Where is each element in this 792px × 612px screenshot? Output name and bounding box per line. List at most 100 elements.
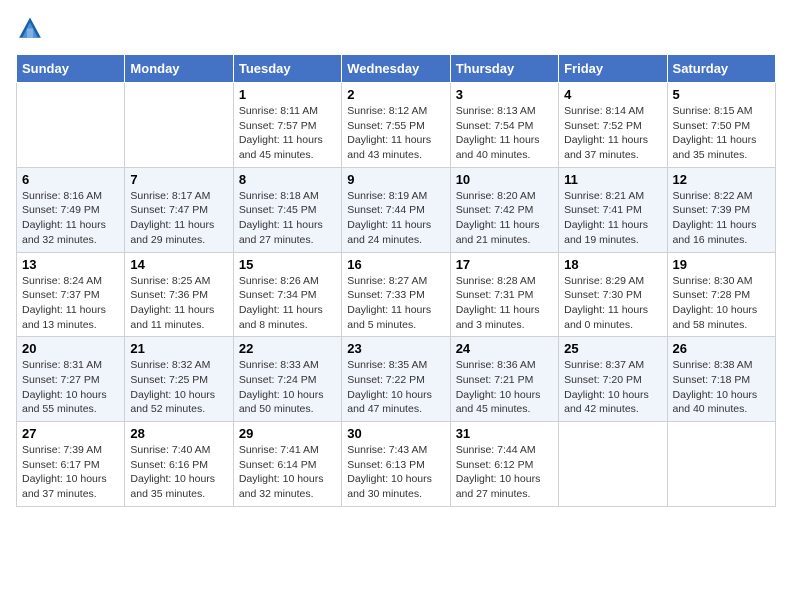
calendar-cell: 14Sunrise: 8:25 AM Sunset: 7:36 PM Dayli… — [125, 252, 233, 337]
calendar-cell: 9 Sunrise: 8:19 AM Sunset: 7:44 PM Daylig… — [342, 167, 450, 252]
day-number: 12 — [673, 172, 770, 187]
day-number: 31 — [456, 426, 553, 441]
calendar-cell: 17 Sunrise: 8:28 AM Sunset: 7:31 PM Dayli… — [450, 252, 558, 337]
day-info: Sunrise: 8:16 AM Sunset: 7:49 PM Dayligh… — [22, 189, 119, 248]
calendar-cell: 26Sunrise: 8:38 AM Sunset: 7:18 PM Dayli… — [667, 337, 775, 422]
day-info: Sunrise: 8:36 AM Sunset: 7:21 PM Dayligh… — [456, 358, 553, 417]
day-info: Sunrise: 8:15 AM Sunset: 7:50 PM Dayligh… — [673, 104, 770, 163]
day-number: 4 — [564, 87, 661, 102]
day-number: 21 — [130, 341, 227, 356]
calendar-cell: 31 Sunrise: 7:44 AM Sunset: 6:12 PM Dayli… — [450, 422, 558, 507]
calendar-cell: 29Sunrise: 7:41 AM Sunset: 6:14 PM Dayli… — [233, 422, 341, 507]
weekday-header-sunday: Sunday — [17, 55, 125, 83]
day-number: 5 — [673, 87, 770, 102]
day-number: 3 — [456, 87, 553, 102]
weekday-header-monday: Monday — [125, 55, 233, 83]
day-info: Sunrise: 8:11 AM Sunset: 7:57 PM Dayligh… — [239, 104, 336, 163]
calendar-cell: 30 Sunrise: 7:43 AM Sunset: 6:13 PM Dayli… — [342, 422, 450, 507]
calendar-cell: 18 Sunrise: 8:29 AM Sunset: 7:30 PM Dayli… — [559, 252, 667, 337]
day-info: Sunrise: 8:21 AM Sunset: 7:41 PM Dayligh… — [564, 189, 661, 248]
calendar-cell: 22Sunrise: 8:33 AM Sunset: 7:24 PM Dayli… — [233, 337, 341, 422]
day-info: Sunrise: 8:30 AM Sunset: 7:28 PM Dayligh… — [673, 274, 770, 333]
weekday-header-thursday: Thursday — [450, 55, 558, 83]
weekday-header-saturday: Saturday — [667, 55, 775, 83]
day-number: 9 — [347, 172, 444, 187]
day-info: Sunrise: 8:13 AM Sunset: 7:54 PM Dayligh… — [456, 104, 553, 163]
day-number: 14 — [130, 257, 227, 272]
day-number: 15 — [239, 257, 336, 272]
calendar-cell — [17, 83, 125, 168]
day-info: Sunrise: 8:17 AM Sunset: 7:47 PM Dayligh… — [130, 189, 227, 248]
day-info: Sunrise: 8:38 AM Sunset: 7:18 PM Dayligh… — [673, 358, 770, 417]
calendar-cell: 10 Sunrise: 8:20 AM Sunset: 7:42 PM Dayli… — [450, 167, 558, 252]
calendar-cell: 3 Sunrise: 8:13 AM Sunset: 7:54 PM Daylig… — [450, 83, 558, 168]
calendar-cell: 8Sunrise: 8:18 AM Sunset: 7:45 PM Daylig… — [233, 167, 341, 252]
calendar-cell: 4 Sunrise: 8:14 AM Sunset: 7:52 PM Daylig… — [559, 83, 667, 168]
calendar-week-4: 20 Sunrise: 8:31 AM Sunset: 7:27 PM Dayli… — [17, 337, 776, 422]
day-info: Sunrise: 8:27 AM Sunset: 7:33 PM Dayligh… — [347, 274, 444, 333]
logo-icon — [16, 16, 44, 44]
calendar-week-2: 6 Sunrise: 8:16 AM Sunset: 7:49 PM Daylig… — [17, 167, 776, 252]
day-info: Sunrise: 8:24 AM Sunset: 7:37 PM Dayligh… — [22, 274, 119, 333]
day-number: 17 — [456, 257, 553, 272]
day-number: 6 — [22, 172, 119, 187]
weekday-header-friday: Friday — [559, 55, 667, 83]
page-header — [16, 16, 776, 44]
day-info: Sunrise: 8:18 AM Sunset: 7:45 PM Dayligh… — [239, 189, 336, 248]
calendar-cell: 15Sunrise: 8:26 AM Sunset: 7:34 PM Dayli… — [233, 252, 341, 337]
calendar-cell — [125, 83, 233, 168]
day-number: 23 — [347, 341, 444, 356]
day-info: Sunrise: 8:31 AM Sunset: 7:27 PM Dayligh… — [22, 358, 119, 417]
day-info: Sunrise: 7:43 AM Sunset: 6:13 PM Dayligh… — [347, 443, 444, 502]
day-info: Sunrise: 8:20 AM Sunset: 7:42 PM Dayligh… — [456, 189, 553, 248]
day-info: Sunrise: 7:40 AM Sunset: 6:16 PM Dayligh… — [130, 443, 227, 502]
weekday-header-row: SundayMondayTuesdayWednesdayThursdayFrid… — [17, 55, 776, 83]
day-info: Sunrise: 8:37 AM Sunset: 7:20 PM Dayligh… — [564, 358, 661, 417]
day-info: Sunrise: 8:14 AM Sunset: 7:52 PM Dayligh… — [564, 104, 661, 163]
day-number: 16 — [347, 257, 444, 272]
calendar-cell: 6 Sunrise: 8:16 AM Sunset: 7:49 PM Daylig… — [17, 167, 125, 252]
day-number: 29 — [239, 426, 336, 441]
day-number: 19 — [673, 257, 770, 272]
day-info: Sunrise: 8:12 AM Sunset: 7:55 PM Dayligh… — [347, 104, 444, 163]
calendar-week-1: 1 Sunrise: 8:11 AM Sunset: 7:57 PM Daylig… — [17, 83, 776, 168]
calendar-table: SundayMondayTuesdayWednesdayThursdayFrid… — [16, 54, 776, 507]
calendar-week-3: 13 Sunrise: 8:24 AM Sunset: 7:37 PM Dayli… — [17, 252, 776, 337]
calendar-cell: 1 Sunrise: 8:11 AM Sunset: 7:57 PM Daylig… — [233, 83, 341, 168]
day-info: Sunrise: 8:32 AM Sunset: 7:25 PM Dayligh… — [130, 358, 227, 417]
calendar-cell: 27 Sunrise: 7:39 AM Sunset: 6:17 PM Dayli… — [17, 422, 125, 507]
day-number: 10 — [456, 172, 553, 187]
day-info: Sunrise: 8:29 AM Sunset: 7:30 PM Dayligh… — [564, 274, 661, 333]
calendar-cell: 2Sunrise: 8:12 AM Sunset: 7:55 PM Daylig… — [342, 83, 450, 168]
day-number: 1 — [239, 87, 336, 102]
calendar-cell — [667, 422, 775, 507]
weekday-header-wednesday: Wednesday — [342, 55, 450, 83]
calendar-cell: 20 Sunrise: 8:31 AM Sunset: 7:27 PM Dayli… — [17, 337, 125, 422]
day-number: 27 — [22, 426, 119, 441]
calendar-cell: 7Sunrise: 8:17 AM Sunset: 7:47 PM Daylig… — [125, 167, 233, 252]
day-number: 25 — [564, 341, 661, 356]
day-info: Sunrise: 7:44 AM Sunset: 6:12 PM Dayligh… — [456, 443, 553, 502]
calendar-week-5: 27 Sunrise: 7:39 AM Sunset: 6:17 PM Dayli… — [17, 422, 776, 507]
calendar-cell: 23Sunrise: 8:35 AM Sunset: 7:22 PM Dayli… — [342, 337, 450, 422]
day-info: Sunrise: 7:39 AM Sunset: 6:17 PM Dayligh… — [22, 443, 119, 502]
calendar-cell: 21 Sunrise: 8:32 AM Sunset: 7:25 PM Dayli… — [125, 337, 233, 422]
calendar-cell: 24 Sunrise: 8:36 AM Sunset: 7:21 PM Dayli… — [450, 337, 558, 422]
day-number: 13 — [22, 257, 119, 272]
day-info: Sunrise: 8:19 AM Sunset: 7:44 PM Dayligh… — [347, 189, 444, 248]
weekday-header-tuesday: Tuesday — [233, 55, 341, 83]
day-number: 20 — [22, 341, 119, 356]
day-number: 18 — [564, 257, 661, 272]
day-number: 11 — [564, 172, 661, 187]
day-number: 30 — [347, 426, 444, 441]
calendar-cell: 5 Sunrise: 8:15 AM Sunset: 7:50 PM Daylig… — [667, 83, 775, 168]
calendar-cell: 12 Sunrise: 8:22 AM Sunset: 7:39 PM Dayli… — [667, 167, 775, 252]
day-info: Sunrise: 8:28 AM Sunset: 7:31 PM Dayligh… — [456, 274, 553, 333]
day-number: 24 — [456, 341, 553, 356]
logo — [16, 16, 48, 44]
calendar-cell: 11 Sunrise: 8:21 AM Sunset: 7:41 PM Dayli… — [559, 167, 667, 252]
day-number: 22 — [239, 341, 336, 356]
calendar-cell: 16 Sunrise: 8:27 AM Sunset: 7:33 PM Dayli… — [342, 252, 450, 337]
day-info: Sunrise: 8:22 AM Sunset: 7:39 PM Dayligh… — [673, 189, 770, 248]
calendar-cell: 25 Sunrise: 8:37 AM Sunset: 7:20 PM Dayli… — [559, 337, 667, 422]
